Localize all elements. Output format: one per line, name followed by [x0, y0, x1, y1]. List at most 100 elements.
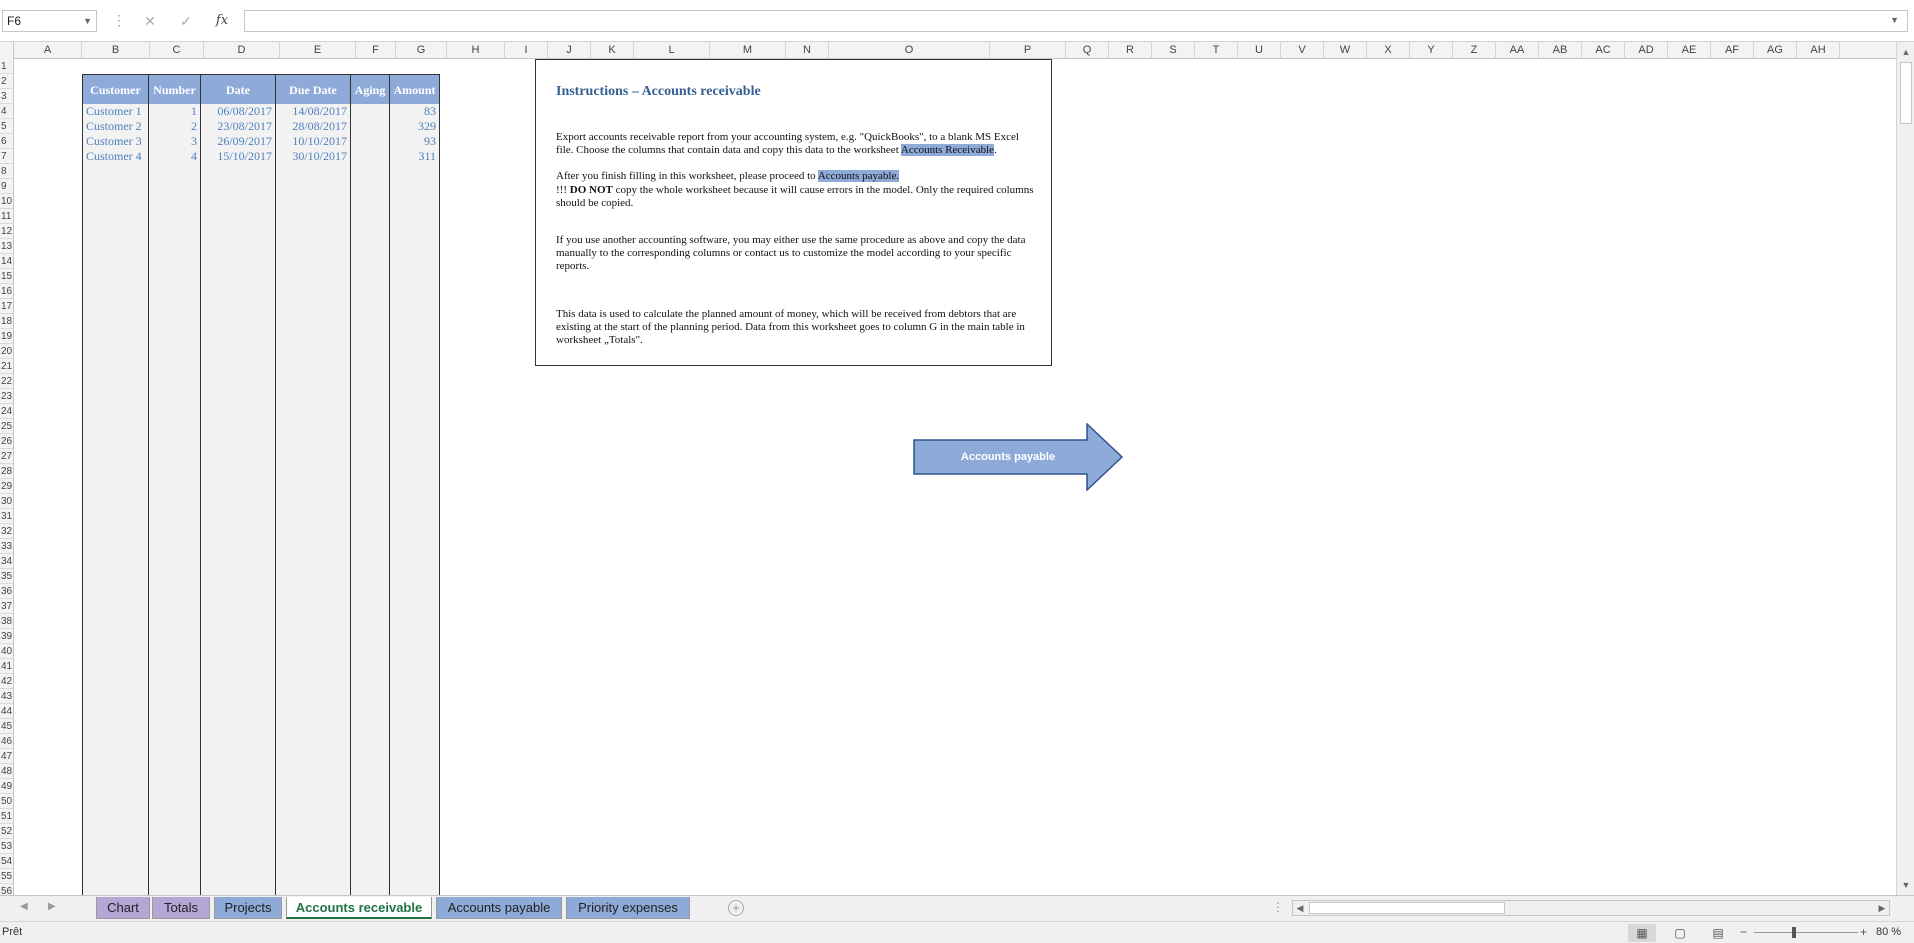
zoom-out-icon[interactable]: −: [1740, 925, 1747, 939]
row-header[interactable]: 39: [0, 629, 13, 644]
cell-customer[interactable]: Customer 4: [83, 149, 148, 164]
cell-amount[interactable]: 329: [390, 119, 439, 134]
horizontal-scroll-thumb[interactable]: [1309, 902, 1505, 914]
row-header[interactable]: 41: [0, 659, 13, 674]
row-header[interactable]: 49: [0, 779, 13, 794]
sheet-tab-chart[interactable]: Chart: [96, 897, 150, 919]
header-customer[interactable]: Customer: [82, 74, 149, 104]
cell-due-date[interactable]: 14/08/2017: [276, 104, 350, 119]
row-header[interactable]: 53: [0, 839, 13, 854]
zoom-slider[interactable]: [1754, 932, 1858, 933]
column-header[interactable]: A: [14, 42, 82, 59]
cell-aging[interactable]: [351, 119, 389, 134]
cell-aging[interactable]: [351, 104, 389, 119]
row-header[interactable]: 14: [0, 254, 13, 269]
row-header[interactable]: 18: [0, 314, 13, 329]
column-header[interactable]: AD: [1625, 42, 1668, 59]
sheet-tab-projects[interactable]: Projects: [214, 897, 282, 919]
row-header[interactable]: 9: [0, 179, 13, 194]
row-header[interactable]: 22: [0, 374, 13, 389]
column-header[interactable]: M: [710, 42, 786, 59]
column-header[interactable]: AG: [1754, 42, 1797, 59]
column-header[interactable]: D: [204, 42, 280, 59]
cell-customer[interactable]: Customer 1: [83, 104, 148, 119]
column-header[interactable]: S: [1152, 42, 1195, 59]
chevron-down-icon[interactable]: ▼: [83, 11, 92, 31]
row-header[interactable]: 10: [0, 194, 13, 209]
accounts-payable-arrow-button[interactable]: Accounts payable: [913, 422, 1124, 492]
row-header[interactable]: 52: [0, 824, 13, 839]
row-header[interactable]: 44: [0, 704, 13, 719]
column-header[interactable]: L: [634, 42, 710, 59]
header-due-date[interactable]: Due Date: [275, 74, 351, 104]
column-header[interactable]: Q: [1066, 42, 1109, 59]
row-header[interactable]: 40: [0, 644, 13, 659]
column-header[interactable]: Y: [1410, 42, 1453, 59]
row-header[interactable]: 20: [0, 344, 13, 359]
horizontal-scrollbar[interactable]: ◀ ▶: [1292, 900, 1890, 916]
scroll-down-icon[interactable]: ▼: [1897, 877, 1914, 893]
header-aging[interactable]: Aging: [350, 74, 390, 104]
cell-date[interactable]: 26/09/2017: [201, 134, 275, 149]
cell-number[interactable]: 4: [149, 149, 200, 164]
select-all-corner[interactable]: [0, 42, 14, 59]
row-header[interactable]: 24: [0, 404, 13, 419]
cell-aging[interactable]: [351, 134, 389, 149]
row-header[interactable]: 33: [0, 539, 13, 554]
column-header[interactable]: O: [829, 42, 990, 59]
column-header[interactable]: G: [396, 42, 447, 59]
row-header[interactable]: 2: [0, 74, 13, 89]
sheet-tab-accounts-payable[interactable]: Accounts payable: [436, 897, 562, 919]
cell-number[interactable]: 2: [149, 119, 200, 134]
zoom-slider-thumb[interactable]: [1792, 927, 1796, 938]
sheet-tab-totals[interactable]: Totals: [152, 897, 210, 919]
cell-number[interactable]: 1: [149, 104, 200, 119]
row-header[interactable]: 34: [0, 554, 13, 569]
row-header[interactable]: 11: [0, 209, 13, 224]
column-header[interactable]: R: [1109, 42, 1152, 59]
row-header[interactable]: 43: [0, 689, 13, 704]
row-header[interactable]: 32: [0, 524, 13, 539]
normal-view-icon[interactable]: ▦: [1628, 924, 1656, 942]
scroll-right-icon[interactable]: ▶: [1875, 901, 1889, 915]
cell-due-date[interactable]: 28/08/2017: [276, 119, 350, 134]
column-header[interactable]: J: [548, 42, 591, 59]
column-header[interactable]: C: [150, 42, 204, 59]
add-sheet-icon[interactable]: +: [728, 900, 744, 916]
row-header[interactable]: 45: [0, 719, 13, 734]
expand-formula-icon[interactable]: ▼: [1890, 15, 1899, 25]
row-header[interactable]: 25: [0, 419, 13, 434]
row-header[interactable]: 54: [0, 854, 13, 869]
column-header[interactable]: AH: [1797, 42, 1840, 59]
row-header[interactable]: 38: [0, 614, 13, 629]
cell-due-date[interactable]: 30/10/2017: [276, 149, 350, 164]
column-header[interactable]: W: [1324, 42, 1367, 59]
row-header[interactable]: 3: [0, 89, 13, 104]
row-header[interactable]: 37: [0, 599, 13, 614]
cell-amount[interactable]: 93: [390, 134, 439, 149]
row-header[interactable]: 42: [0, 674, 13, 689]
row-header[interactable]: 1: [0, 59, 13, 74]
row-header[interactable]: 47: [0, 749, 13, 764]
row-header[interactable]: 15: [0, 269, 13, 284]
row-header[interactable]: 55: [0, 869, 13, 884]
row-header[interactable]: 51: [0, 809, 13, 824]
column-header[interactable]: AA: [1496, 42, 1539, 59]
sheet-tab-accounts-receivable[interactable]: Accounts receivable: [286, 897, 432, 919]
column-header[interactable]: AB: [1539, 42, 1582, 59]
vertical-scroll-thumb[interactable]: [1900, 62, 1912, 124]
cell-aging[interactable]: [351, 149, 389, 164]
zoom-level[interactable]: 80 %: [1876, 926, 1901, 938]
formula-input[interactable]: ▼: [244, 10, 1908, 32]
cell-date[interactable]: 06/08/2017: [201, 104, 275, 119]
row-header[interactable]: 56: [0, 884, 13, 895]
row-header[interactable]: 8: [0, 164, 13, 179]
column-header[interactable]: T: [1195, 42, 1238, 59]
column-header[interactable]: P: [990, 42, 1066, 59]
header-number[interactable]: Number: [148, 74, 201, 104]
row-header[interactable]: 12: [0, 224, 13, 239]
page-layout-icon[interactable]: ▢: [1666, 924, 1694, 942]
column-header[interactable]: V: [1281, 42, 1324, 59]
header-date[interactable]: Date: [200, 74, 276, 104]
cell-due-date[interactable]: 10/10/2017: [276, 134, 350, 149]
